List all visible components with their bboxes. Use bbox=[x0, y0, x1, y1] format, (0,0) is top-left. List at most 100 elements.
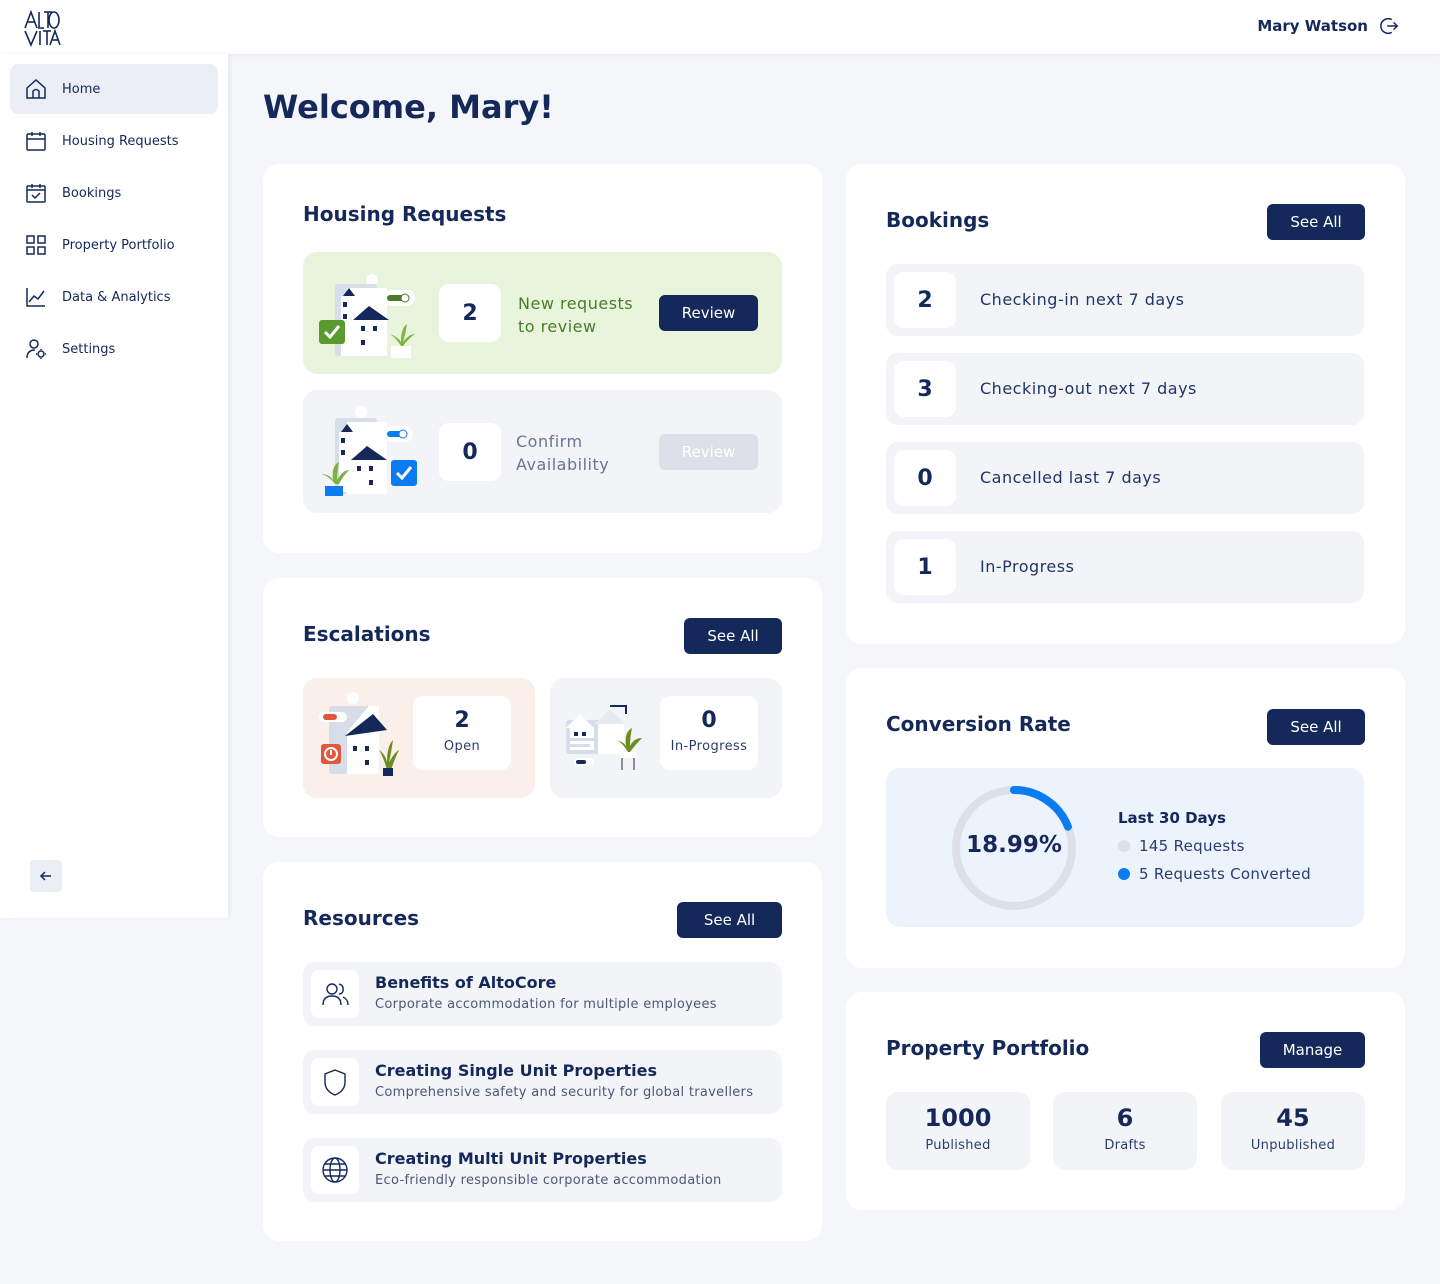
sidebar-item-label: Bookings bbox=[62, 185, 122, 201]
portfolio-stat-drafts[interactable]: 6 Drafts bbox=[1053, 1092, 1197, 1170]
user-settings-icon bbox=[26, 339, 46, 359]
conversion-rate-card: Conversion Rate See All 18.99% Last 30 D… bbox=[846, 668, 1405, 968]
new-requests-label-line1: New requests bbox=[518, 294, 634, 313]
sidebar-item-label: Settings bbox=[62, 341, 116, 357]
user-name[interactable]: Mary Watson bbox=[1257, 17, 1368, 35]
sidebar-item-home[interactable]: Home bbox=[10, 64, 218, 114]
logout-icon[interactable] bbox=[1378, 15, 1400, 37]
escalations-card: Escalations See All 2 Open 0 In-Progress bbox=[263, 578, 822, 837]
booking-row-checking-out[interactable]: 3 Checking-out next 7 days bbox=[886, 353, 1364, 425]
housing-requests-card: Housing Requests 2 New requests to revie… bbox=[263, 164, 822, 553]
booking-label: Checking-out next 7 days bbox=[980, 379, 1197, 398]
legend-dot-requests bbox=[1118, 840, 1130, 852]
resource-subtitle: Eco-friendly responsible corporate accom… bbox=[375, 1173, 722, 1188]
collapse-sidebar-button[interactable] bbox=[30, 860, 62, 892]
arrow-left-icon bbox=[39, 871, 51, 881]
conversion-see-all-button[interactable]: See All bbox=[1267, 709, 1365, 745]
conversion-period: Last 30 Days bbox=[1118, 809, 1226, 827]
confirm-availability-tile: 0 Confirm Availability Review bbox=[303, 390, 782, 513]
sidebar-item-label: Home bbox=[62, 81, 101, 97]
housing-requests-title: Housing Requests bbox=[303, 202, 507, 226]
escalations-see-all-button[interactable]: See All bbox=[684, 618, 782, 654]
review-confirm-availability-button[interactable]: Review bbox=[659, 434, 758, 470]
altovita-logo[interactable] bbox=[22, 8, 62, 48]
escalations-in-progress-tile: 0 In-Progress bbox=[550, 678, 782, 798]
line-chart-icon bbox=[26, 288, 45, 307]
booking-row-checking-in[interactable]: 2 Checking-in next 7 days bbox=[886, 264, 1364, 336]
booking-label: Checking-in next 7 days bbox=[980, 290, 1185, 309]
legend-dot-converted bbox=[1118, 868, 1130, 880]
stat-label: Published bbox=[925, 1138, 991, 1153]
calendar-check-icon bbox=[26, 184, 46, 203]
escalations-open-label: Open bbox=[443, 739, 481, 754]
legend-converted-label: 5 Requests Converted bbox=[1139, 865, 1311, 883]
conversion-rate-title: Conversion Rate bbox=[886, 712, 1071, 736]
houses-illustration bbox=[321, 406, 417, 496]
sidebar-item-property-portfolio[interactable]: Property Portfolio bbox=[10, 220, 218, 270]
review-new-requests-button[interactable]: Review bbox=[659, 295, 758, 331]
sidebar-item-label: Housing Requests bbox=[62, 133, 179, 149]
resource-subtitle: Corporate accommodation for multiple emp… bbox=[375, 997, 717, 1012]
top-bar: Mary Watson bbox=[0, 0, 1440, 54]
escalations-in-progress-box: 0 In-Progress bbox=[660, 696, 758, 770]
booking-row-cancelled[interactable]: 0 Cancelled last 7 days bbox=[886, 442, 1364, 514]
legend-requests-label: 145 Requests bbox=[1139, 837, 1245, 855]
shield-icon bbox=[311, 1058, 359, 1106]
resources-see-all-button[interactable]: See All bbox=[677, 902, 782, 938]
grid-icon bbox=[26, 235, 46, 255]
resources-title: Resources bbox=[303, 906, 420, 930]
home-icon bbox=[26, 78, 46, 99]
portfolio-stat-published[interactable]: 1000 Published bbox=[886, 1092, 1030, 1170]
page-title: Welcome, Mary! bbox=[263, 88, 554, 126]
legend-converted: 5 Requests Converted bbox=[1118, 865, 1311, 883]
booking-count: 0 bbox=[894, 450, 956, 506]
sidebar-item-settings[interactable]: Settings bbox=[10, 324, 218, 374]
property-portfolio-card: Property Portfolio Manage 1000 Published… bbox=[846, 992, 1405, 1210]
stat-count: 45 bbox=[1276, 1104, 1310, 1132]
resource-title: Benefits of AltoCore bbox=[375, 973, 557, 992]
legend-requests: 145 Requests bbox=[1118, 837, 1245, 855]
houses-warning-illustration bbox=[319, 692, 399, 776]
bookings-see-all-button[interactable]: See All bbox=[1267, 204, 1365, 240]
booking-label: Cancelled last 7 days bbox=[980, 468, 1162, 487]
confirm-label-line1: Confirm bbox=[516, 432, 583, 451]
resource-title: Creating Single Unit Properties bbox=[375, 1061, 657, 1080]
houses-illustration bbox=[319, 274, 415, 358]
resource-item[interactable]: Creating Multi Unit Properties Eco-frien… bbox=[303, 1138, 782, 1202]
resource-item[interactable]: Benefits of AltoCore Corporate accommoda… bbox=[303, 962, 782, 1026]
manage-portfolio-button[interactable]: Manage bbox=[1260, 1032, 1365, 1068]
globe-icon bbox=[311, 1146, 359, 1194]
resource-title: Creating Multi Unit Properties bbox=[375, 1149, 647, 1168]
escalations-in-progress-label: In-Progress bbox=[670, 739, 748, 754]
escalations-open-count: 2 bbox=[454, 708, 470, 733]
stat-count: 6 bbox=[1116, 1104, 1134, 1132]
confirm-availability-label: Confirm Availability bbox=[516, 430, 609, 476]
stat-label: Drafts bbox=[1104, 1138, 1146, 1153]
new-requests-tile: 2 New requests to review Review bbox=[303, 252, 782, 374]
portfolio-stat-unpublished[interactable]: 45 Unpublished bbox=[1221, 1092, 1365, 1170]
bookings-card: Bookings See All 2 Checking-in next 7 da… bbox=[846, 164, 1405, 644]
users-icon bbox=[311, 970, 359, 1018]
stat-label: Unpublished bbox=[1250, 1138, 1336, 1153]
sidebar: Home Housing Requests Bookings Property … bbox=[0, 54, 228, 918]
booking-count: 2 bbox=[894, 272, 956, 328]
escalations-open-tile: 2 Open bbox=[303, 678, 535, 798]
new-requests-count: 2 bbox=[439, 284, 501, 342]
houses-progress-illustration bbox=[566, 705, 642, 770]
booking-count: 3 bbox=[894, 361, 956, 417]
booking-row-in-progress[interactable]: 1 In-Progress bbox=[886, 531, 1364, 603]
confirm-availability-count: 0 bbox=[439, 423, 501, 481]
sidebar-item-label: Property Portfolio bbox=[62, 237, 175, 253]
booking-count: 1 bbox=[894, 539, 956, 595]
escalations-title: Escalations bbox=[303, 622, 431, 646]
sidebar-item-label: Data & Analytics bbox=[62, 289, 171, 305]
escalations-open-box: 2 Open bbox=[413, 696, 511, 770]
sidebar-item-data-analytics[interactable]: Data & Analytics bbox=[10, 272, 218, 322]
user-menu[interactable]: Mary Watson bbox=[1257, 15, 1400, 37]
booking-label: In-Progress bbox=[980, 557, 1075, 576]
sidebar-item-bookings[interactable]: Bookings bbox=[10, 168, 218, 218]
resource-item[interactable]: Creating Single Unit Properties Comprehe… bbox=[303, 1050, 782, 1114]
sidebar-item-housing-requests[interactable]: Housing Requests bbox=[10, 116, 218, 166]
new-requests-label: New requests to review bbox=[518, 292, 633, 338]
escalations-in-progress-count: 0 bbox=[701, 708, 717, 733]
